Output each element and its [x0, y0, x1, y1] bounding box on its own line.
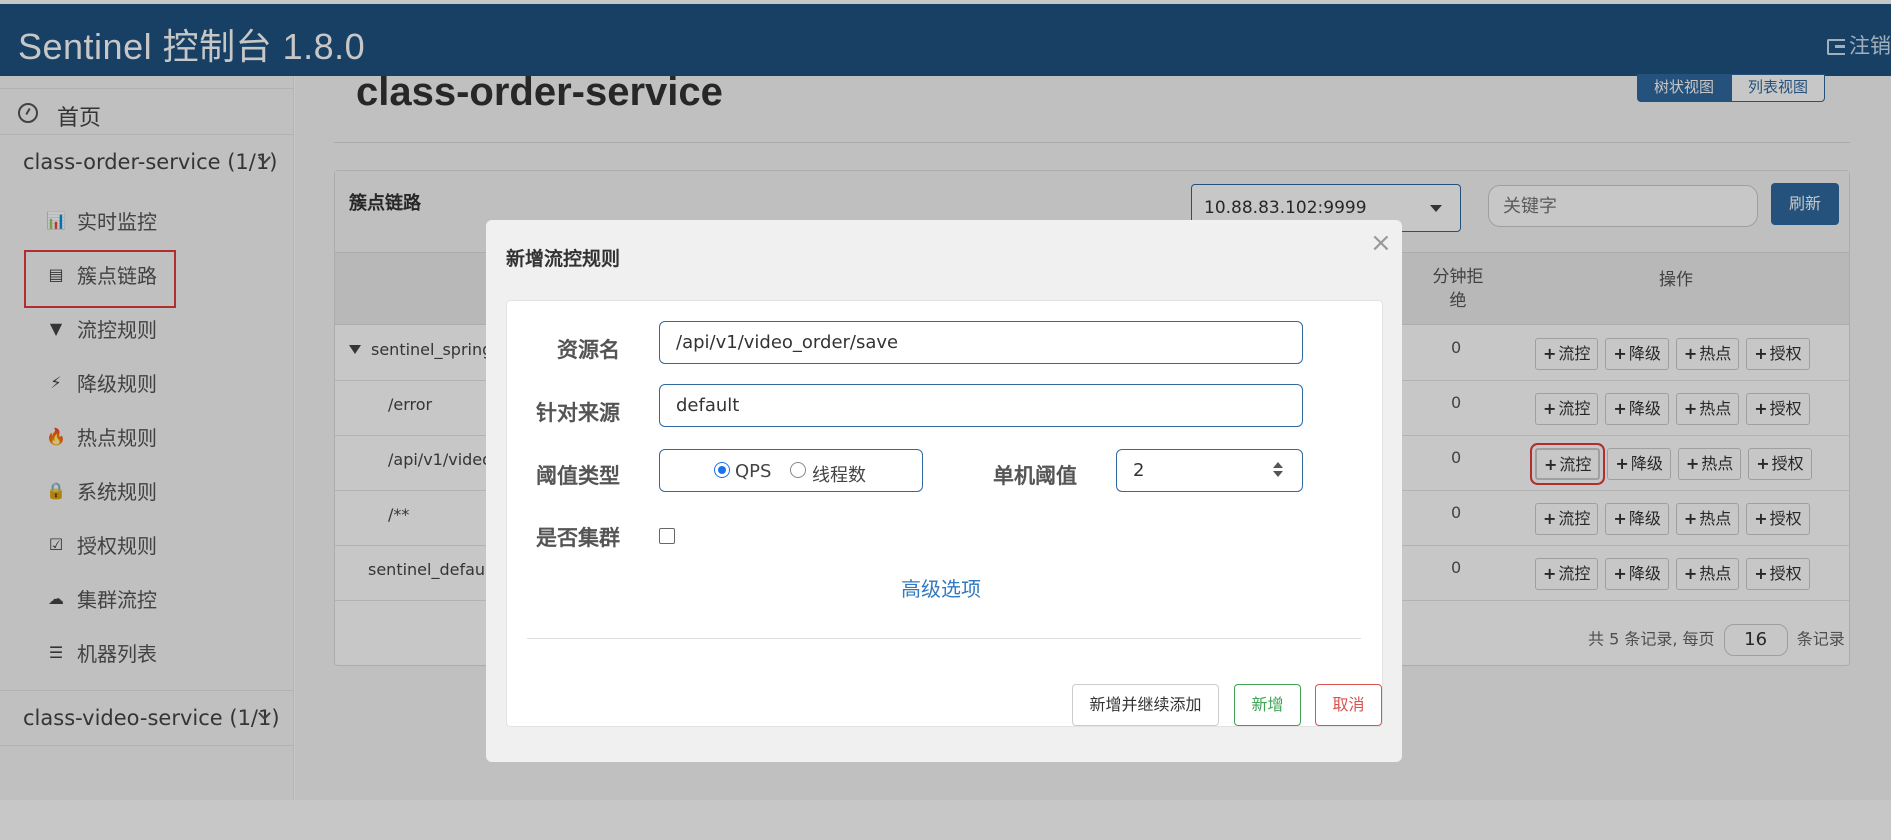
add-flow-rule-dialog: 新增流控规则 × 资源名 /api/v1/video_order/save 针对… — [486, 220, 1402, 762]
qps-radio-label[interactable]: QPS — [735, 461, 771, 482]
qps-radio[interactable] — [714, 462, 730, 478]
cluster-label: 是否集群 — [536, 526, 620, 550]
dialog-body: 资源名 /api/v1/video_order/save 针对来源 defaul… — [506, 300, 1383, 727]
spinner-arrows-icon[interactable] — [1272, 460, 1286, 480]
thread-radio[interactable] — [790, 462, 806, 478]
add-and-continue-button[interactable]: 新增并继续添加 — [1072, 684, 1219, 726]
advanced-options-link[interactable]: 高级选项 — [901, 573, 981, 602]
cluster-checkbox[interactable] — [659, 528, 675, 544]
limit-app-label: 针对来源 — [536, 401, 620, 425]
grade-label: 阈值类型 — [536, 464, 620, 488]
threshold-input[interactable]: 2 — [1116, 449, 1303, 492]
divider — [527, 638, 1361, 639]
grade-radio-group: QPS 线程数 — [659, 449, 923, 492]
cancel-button[interactable]: 取消 — [1315, 684, 1382, 726]
limit-app-input-value: default — [676, 395, 740, 416]
resource-label: 资源名 — [557, 338, 620, 362]
resource-input[interactable]: /api/v1/video_order/save — [659, 321, 1303, 364]
thread-radio-label[interactable]: 线程数 — [812, 461, 866, 487]
limit-app-input[interactable]: default — [659, 384, 1303, 427]
resource-input-value: /api/v1/video_order/save — [676, 332, 899, 353]
threshold-input-value: 2 — [1133, 460, 1145, 481]
add-button[interactable]: 新增 — [1234, 684, 1301, 726]
close-icon[interactable]: × — [1370, 228, 1392, 258]
dialog-title: 新增流控规则 — [506, 248, 621, 270]
threshold-label: 单机阈值 — [993, 464, 1077, 488]
